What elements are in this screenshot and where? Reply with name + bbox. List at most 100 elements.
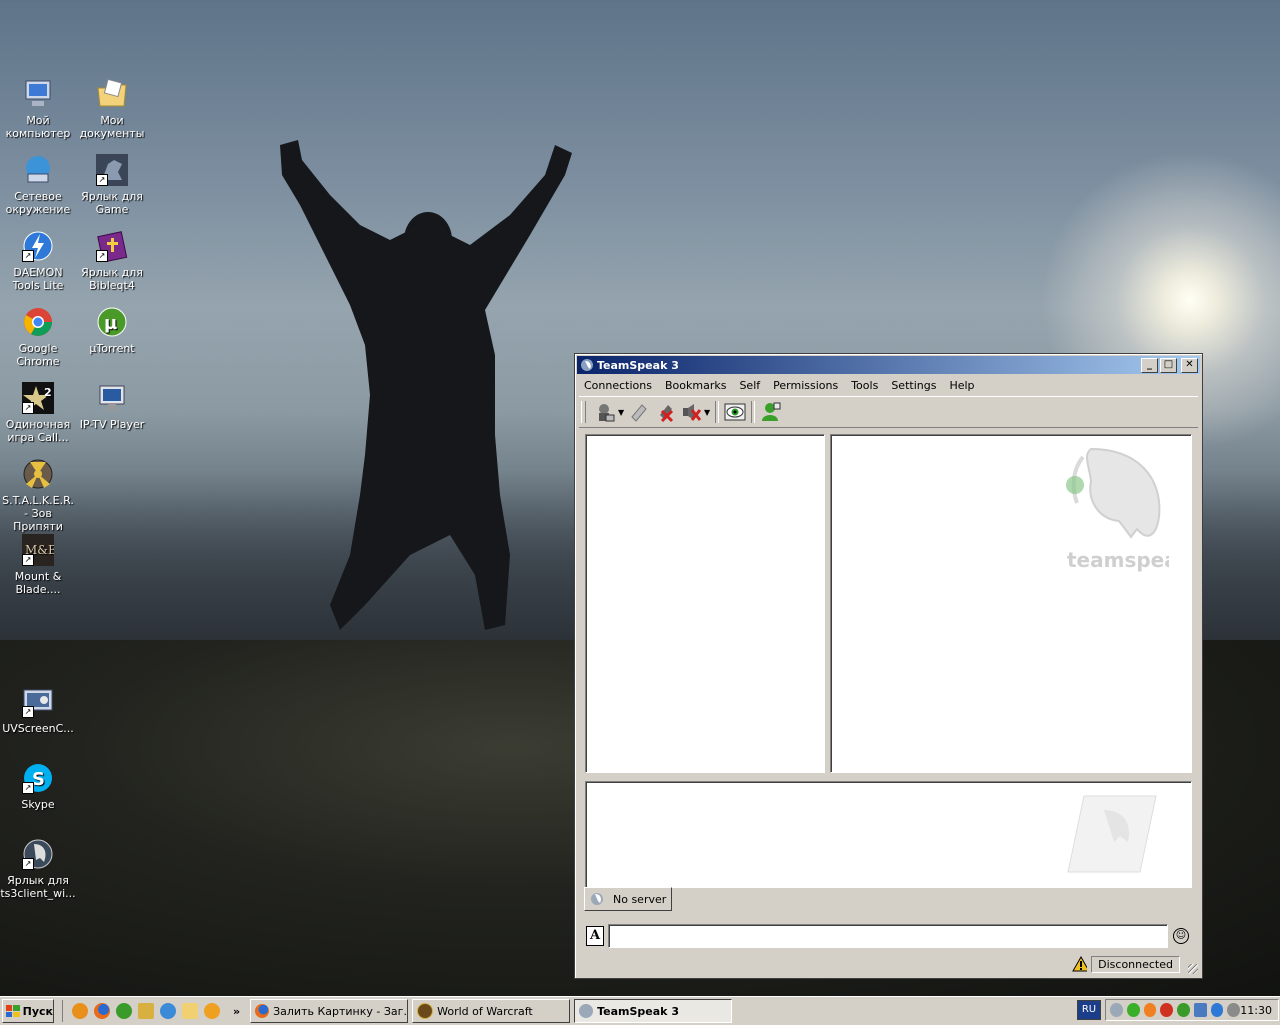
settings-tray-icon[interactable] <box>1227 1003 1241 1017</box>
identities-button[interactable] <box>758 400 784 424</box>
emoticon-button[interactable]: ☺ <box>1173 928 1189 944</box>
speaker-dropdown-arrow-icon[interactable]: ▼ <box>704 408 712 417</box>
window-resize-grip[interactable] <box>1188 964 1198 974</box>
desktop-icon-my-computer[interactable]: Мой компьютер <box>0 78 76 140</box>
desktop-icon-label: Skype <box>21 798 55 811</box>
disconnect-button[interactable] <box>626 400 652 424</box>
warning-icon[interactable] <box>1072 956 1088 972</box>
minimize-button[interactable]: _ <box>1141 357 1158 373</box>
menu-help[interactable]: Help <box>942 379 980 392</box>
mute-speakers-button[interactable] <box>678 400 704 424</box>
server-tab[interactable]: No server <box>584 887 672 911</box>
desktop-icon-iptv[interactable]: IP-TV Player <box>74 382 150 431</box>
desktop-icon-daemon-tools[interactable]: ↗ DAEMON Tools Lite <box>0 230 76 292</box>
wow-task-icon <box>417 1003 434 1019</box>
connection-status: Disconnected <box>1091 955 1180 973</box>
green-check-tray-icon[interactable] <box>1126 1003 1140 1017</box>
shortcut-arrow-icon: ↗ <box>22 858 34 870</box>
start-label: Пуск <box>22 1004 53 1018</box>
connect-button[interactable] <box>592 400 618 424</box>
task-label: World of Warcraft <box>437 1004 533 1018</box>
toolbar: ▼ ▼ <box>579 396 1198 428</box>
desktop-icon-label: Мои документы <box>79 114 145 140</box>
desktop-icon-label: Mount & Blade.... <box>14 570 62 596</box>
shortcut-arrow-icon: ↗ <box>22 554 34 566</box>
connect-dropdown-arrow-icon[interactable]: ▼ <box>618 408 626 417</box>
firefox-icon[interactable] <box>94 1003 110 1019</box>
toolbar-separator <box>715 401 719 423</box>
desktop-icon-skype[interactable]: S ↗ Skype <box>0 762 76 811</box>
tool-quick-icon[interactable] <box>138 1003 154 1019</box>
desktop-icon-chrome[interactable]: Google Chrome <box>0 306 76 368</box>
desktop-icon-stalker[interactable]: S.T.A.L.K.E.R. - Зов Припяти <box>0 458 76 533</box>
desktop-icon-label: Ярлык для Game <box>81 190 143 216</box>
task-teamspeak[interactable]: TeamSpeak 3 <box>574 999 733 1023</box>
network-tray-icon[interactable] <box>1193 1003 1207 1017</box>
menu-connections[interactable]: Connections <box>577 379 658 392</box>
desktop-icon-network[interactable]: Сетевое окружение <box>0 154 76 216</box>
text-format-button[interactable]: A <box>586 926 604 946</box>
desktop-icon-game[interactable]: ↗ Ярлык для Game <box>74 154 150 216</box>
desktop-icon-label: S.T.A.L.K.E.R. - Зов Припяти <box>2 494 74 533</box>
chat-log-pane[interactable] <box>585 781 1192 888</box>
start-button[interactable]: Пуск <box>2 999 54 1023</box>
clock: 11:30 <box>1240 1003 1272 1017</box>
desktop-icon-call-of-duty[interactable]: 2 ↗ Одиночная игра Call... <box>0 382 76 444</box>
toolbar-separator <box>751 401 755 423</box>
quick-launch-overflow[interactable]: » <box>233 1005 240 1018</box>
teamspeak-tray-icon[interactable] <box>1110 1003 1123 1017</box>
desktop-icon-utorrent[interactable]: µ µTorrent <box>74 306 150 355</box>
iptv-player-icon <box>96 382 128 414</box>
network-places-icon <box>22 154 54 186</box>
desktop-icon-label: Одиночная игра Call... <box>5 418 71 444</box>
system-tray: 11:30 <box>1105 999 1279 1021</box>
desktop-icon-bibleqt[interactable]: ↗ Ярлык для Bibleqt4 <box>74 230 150 292</box>
shortcut-arrow-icon: ↗ <box>22 402 34 414</box>
folder-quick-icon[interactable] <box>182 1003 198 1019</box>
mute-microphone-button[interactable] <box>652 400 678 424</box>
uvscreen-icon: ↗ <box>22 686 54 718</box>
ie-icon[interactable] <box>160 1003 176 1019</box>
menu-permissions[interactable]: Permissions <box>766 379 844 392</box>
orange-tray-icon[interactable] <box>1143 1003 1157 1017</box>
channel-tree-pane[interactable] <box>585 434 825 773</box>
toolbar-grip[interactable] <box>581 401 586 423</box>
mount-blade-icon: M&B ↗ <box>22 534 57 566</box>
menu-self[interactable]: Self <box>732 379 766 392</box>
chat-input[interactable] <box>608 924 1168 948</box>
shortcut-arrow-icon: ↗ <box>96 250 108 262</box>
window-titlebar[interactable]: TeamSpeak 3 _ □ ✕ <box>577 356 1200 374</box>
task-label: TeamSpeak 3 <box>597 1004 679 1018</box>
info-pane[interactable]: teamspeak3 <box>830 434 1192 773</box>
menu-settings[interactable]: Settings <box>884 379 942 392</box>
desktop-icon-my-documents[interactable]: Мои документы <box>74 78 150 140</box>
desktop-icon-label: µTorrent <box>89 342 135 355</box>
menu-bookmarks[interactable]: Bookmarks <box>658 379 732 392</box>
task-label: Залить Картинку - Заг... <box>273 1004 409 1018</box>
task-firefox[interactable]: Залить Картинку - Заг... <box>250 999 409 1023</box>
desktop-icon-mount-blade[interactable]: M&B ↗ Mount & Blade.... <box>0 534 76 596</box>
desktop-icon-uvscreen[interactable]: ↗ UVScreenC... <box>0 686 76 735</box>
away-button[interactable] <box>722 400 748 424</box>
daemon-tray-icon[interactable] <box>1210 1003 1224 1017</box>
quick-launch-app-icon[interactable] <box>72 1003 88 1019</box>
watermark-text: teamspeak3 <box>1067 548 1169 572</box>
maximize-button[interactable]: □ <box>1160 357 1177 373</box>
utorrent-tray-icon[interactable] <box>1177 1003 1190 1017</box>
desktop-icon-ts3client[interactable]: ↗ Ярлык для ts3client_wi... <box>0 838 76 900</box>
teamspeak-watermark-logo: teamspeak3 <box>1066 447 1169 572</box>
chat-watermark-icon <box>1067 795 1157 873</box>
language-indicator[interactable]: RU <box>1077 1000 1101 1020</box>
task-world-of-warcraft[interactable]: World of Warcraft <box>412 999 571 1023</box>
media-player-icon[interactable] <box>204 1003 220 1019</box>
desktop-icon-label: Мой компьютер <box>5 114 71 140</box>
status-bar: Disconnected <box>1072 955 1180 973</box>
utorrent-quick-icon[interactable] <box>116 1003 132 1019</box>
shortcut-arrow-icon: ↗ <box>22 782 34 794</box>
close-button[interactable]: ✕ <box>1181 357 1198 373</box>
menu-tools[interactable]: Tools <box>844 379 884 392</box>
shortcut-arrow-icon: ↗ <box>96 174 108 186</box>
antivirus-tray-icon[interactable] <box>1160 1003 1174 1017</box>
my-computer-icon <box>22 78 54 110</box>
shortcut-arrow-icon: ↗ <box>22 250 34 262</box>
